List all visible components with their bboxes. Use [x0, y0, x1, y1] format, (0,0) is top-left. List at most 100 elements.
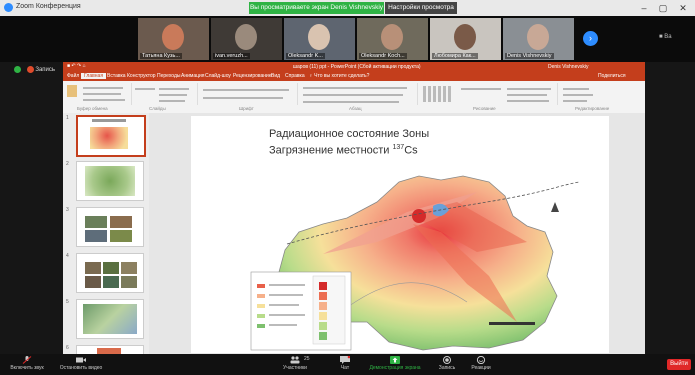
- ppt-title: шаров (11) ppt - PowerPoint (Сбой актива…: [293, 64, 421, 70]
- slide-thumbnail[interactable]: [76, 299, 144, 339]
- ribbon-label: Абзац: [349, 106, 362, 111]
- shapes-gallery-icon[interactable]: [423, 86, 451, 102]
- record-button[interactable]: Запись: [436, 356, 458, 371]
- participant-name: Oleksandr K...: [286, 53, 325, 59]
- participant-name: Любомира Как...: [432, 53, 478, 59]
- tell-me-search[interactable]: ♀ Что вы хотите сделать?: [309, 73, 369, 79]
- video-strip: Татьяна Кузь... ivan.veruzh... Oleksandr…: [0, 16, 695, 62]
- slide-thumbnail[interactable]: [76, 207, 144, 247]
- ppt-titlebar: ■ ↶ ↷ ⌂ шаров (11) ppt - PowerPoint (Сбо…: [63, 62, 645, 72]
- participants-count: 25: [304, 356, 310, 362]
- slide-title: Радиационное состояние Зоны Загрязнение …: [269, 128, 429, 158]
- microphone-muted-icon: [22, 356, 32, 364]
- close-button[interactable]: ✕: [676, 2, 690, 14]
- ribbon-group-paragraph: [297, 83, 418, 105]
- participant-tile[interactable]: Татьяна Кузь...: [138, 18, 209, 60]
- video-button[interactable]: Остановить видео: [56, 356, 106, 371]
- ribbon-group-font: [197, 83, 298, 105]
- participant-name: Татьяна Кузь...: [140, 53, 182, 59]
- next-page-arrow-icon[interactable]: ›: [583, 31, 598, 46]
- minimize-button[interactable]: –: [637, 2, 651, 14]
- participant-tile[interactable]: ivan.veruzh...: [211, 18, 282, 60]
- zoom-logo-icon: [4, 3, 13, 12]
- video-camera-icon: [76, 357, 86, 363]
- ppt-user: Denis Vishnevskiy: [548, 64, 589, 70]
- participant-name: ivan.veruzh...: [213, 53, 250, 59]
- tab-design[interactable]: Конструктор: [127, 73, 156, 79]
- tab-home[interactable]: Главная: [81, 73, 107, 79]
- share-screen-button[interactable]: Демонстрация экрана: [364, 356, 426, 371]
- slide-title-line1: Радиационное состояние Зоны: [269, 128, 430, 140]
- participant-video: [381, 24, 403, 50]
- reactions-button[interactable]: Реакции: [468, 356, 494, 371]
- ribbon-group-editing: [557, 83, 645, 105]
- slide-title-line2: Загрязнение местности 137Cs: [269, 144, 418, 157]
- tab-help[interactable]: Справка: [285, 73, 305, 79]
- thumb-number: 1: [66, 115, 69, 121]
- ppt-quick-access-icon[interactable]: ■ ↶ ↷ ⌂: [67, 63, 86, 69]
- participant-tile[interactable]: Oleksandr K...: [284, 18, 355, 60]
- mic-button[interactable]: Включить звук: [4, 356, 50, 371]
- slide-canvas[interactable]: Радиационное состояние Зоны Загрязнение …: [191, 116, 609, 353]
- ribbon-label: Слайды: [149, 106, 166, 111]
- thumb-number: 5: [66, 299, 69, 305]
- chat-button[interactable]: Чат: [334, 356, 356, 371]
- recording-indicator: Запись: [14, 66, 55, 73]
- thumb-number: 2: [66, 161, 69, 167]
- ribbon-group-clipboard: [63, 83, 132, 105]
- participant-tile[interactable]: Denis Vishnevskiy: [503, 18, 574, 60]
- participant-video: [235, 24, 257, 50]
- share-banner: Вы просматриваете экран Denis Vishnevski…: [249, 2, 384, 14]
- ppt-share-button[interactable]: Поделиться: [598, 73, 626, 79]
- zoom-toolbar: Включить звук Остановить видео 25 Участн…: [0, 354, 695, 375]
- scale-bar: [489, 322, 535, 325]
- participant-video: [308, 24, 330, 50]
- tab-insert[interactable]: Вставка: [107, 73, 126, 79]
- window-title: Zoom Конференция: [16, 3, 81, 10]
- ribbon-label: Редактирование: [575, 106, 610, 111]
- tab-view[interactable]: Вид: [271, 73, 280, 79]
- ppt-tabs: Файл Главная Вставка Конструктор Переход…: [63, 72, 645, 81]
- participant-tile[interactable]: Любомира Как...: [430, 18, 501, 60]
- slide-thumbnail[interactable]: [76, 253, 144, 293]
- slide-thumbnails: 1 2 3 4 5 6: [63, 113, 149, 355]
- tab-review[interactable]: Рецензирование: [233, 73, 272, 79]
- tab-animation[interactable]: Анимация: [181, 73, 204, 79]
- zoom-titlebar: Zoom Конференция Вы просматриваете экран…: [0, 0, 695, 23]
- ppt-workspace: 1 2 3 4 5 6 Радиационное состояние Зоны …: [63, 113, 645, 355]
- record-dot-icon: [26, 66, 34, 73]
- ribbon-label: Рисование: [473, 106, 496, 111]
- tab-transitions[interactable]: Переходы: [157, 73, 180, 79]
- ribbon-label: Буфер обмена: [77, 106, 108, 111]
- recording-label: Запись: [35, 67, 56, 74]
- participants-icon: [290, 356, 300, 364]
- shield-icon: [14, 66, 21, 73]
- npp-hotspot: [412, 209, 426, 223]
- record-icon: [443, 356, 451, 364]
- participants-button[interactable]: 25 Участники: [280, 356, 310, 371]
- thumb-number: 6: [66, 345, 69, 351]
- tab-file[interactable]: Файл: [67, 73, 79, 79]
- slide-thumbnail[interactable]: [76, 115, 146, 157]
- tab-slideshow[interactable]: Слайд-шоу: [205, 73, 231, 79]
- end-meeting-button[interactable]: Выйти: [667, 359, 691, 370]
- participant-video: [454, 24, 476, 50]
- right-panel-label: ■ Ва: [659, 34, 672, 40]
- ribbon-group-drawing: [417, 83, 558, 105]
- thumb-number: 3: [66, 207, 69, 213]
- participant-name: Oleksandr Koch...: [359, 53, 407, 59]
- view-options-button[interactable]: Настройки просмотра ⌄: [385, 2, 457, 23]
- thumb-number: 4: [66, 253, 69, 259]
- slide-thumbnail[interactable]: [76, 161, 144, 201]
- chat-bubble-icon: [340, 356, 350, 364]
- reactions-smile-icon: [476, 356, 486, 364]
- paste-icon[interactable]: [67, 85, 77, 97]
- maximize-button[interactable]: ▢: [656, 2, 670, 14]
- participant-video: [527, 24, 549, 50]
- participant-name: Denis Vishnevskiy: [505, 53, 554, 59]
- ribbon-label: Шрифт: [239, 106, 254, 111]
- powerpoint-window: ■ ↶ ↷ ⌂ шаров (11) ppt - PowerPoint (Сбо…: [63, 62, 645, 355]
- participant-video: [162, 24, 184, 50]
- participant-tile[interactable]: Oleksandr Koch...: [357, 18, 428, 60]
- north-arrow-icon: [551, 202, 559, 212]
